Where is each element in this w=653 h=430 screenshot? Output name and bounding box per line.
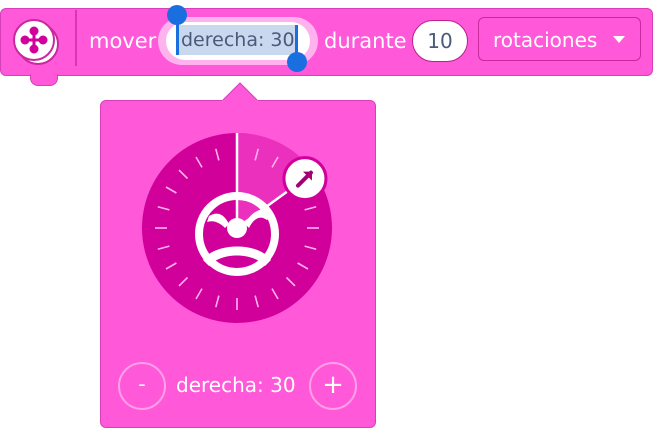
editor-canvas: mover derecha: 30 durante 10 rotaciones: [0, 0, 653, 430]
selection-caret-start: [176, 23, 179, 55]
steering-value-label: derecha: 30: [176, 373, 296, 397]
selection-handle-end[interactable]: [287, 52, 307, 72]
direction-input-value[interactable]: derecha: 30: [181, 27, 295, 53]
block-divider: [75, 10, 77, 66]
popover-pointer: [222, 82, 258, 102]
block-connector-notch: [30, 74, 58, 86]
steering-dial[interactable]: [141, 132, 333, 324]
selection-handle-start[interactable]: [167, 5, 187, 25]
unit-dropdown-value: rotaciones: [493, 28, 598, 52]
drive-base-icon: [13, 19, 59, 65]
caret-down-icon: [613, 36, 625, 43]
unit-dropdown[interactable]: rotaciones: [478, 17, 641, 61]
amount-input[interactable]: 10: [412, 20, 468, 62]
decrease-button-label: -: [138, 372, 145, 396]
dial-handle[interactable]: [282, 156, 328, 202]
decrease-button[interactable]: -: [118, 362, 166, 410]
increase-button[interactable]: +: [309, 362, 357, 410]
move-label: mover: [89, 29, 157, 53]
for-label: durante: [324, 29, 407, 53]
increase-button-label: +: [322, 370, 344, 400]
